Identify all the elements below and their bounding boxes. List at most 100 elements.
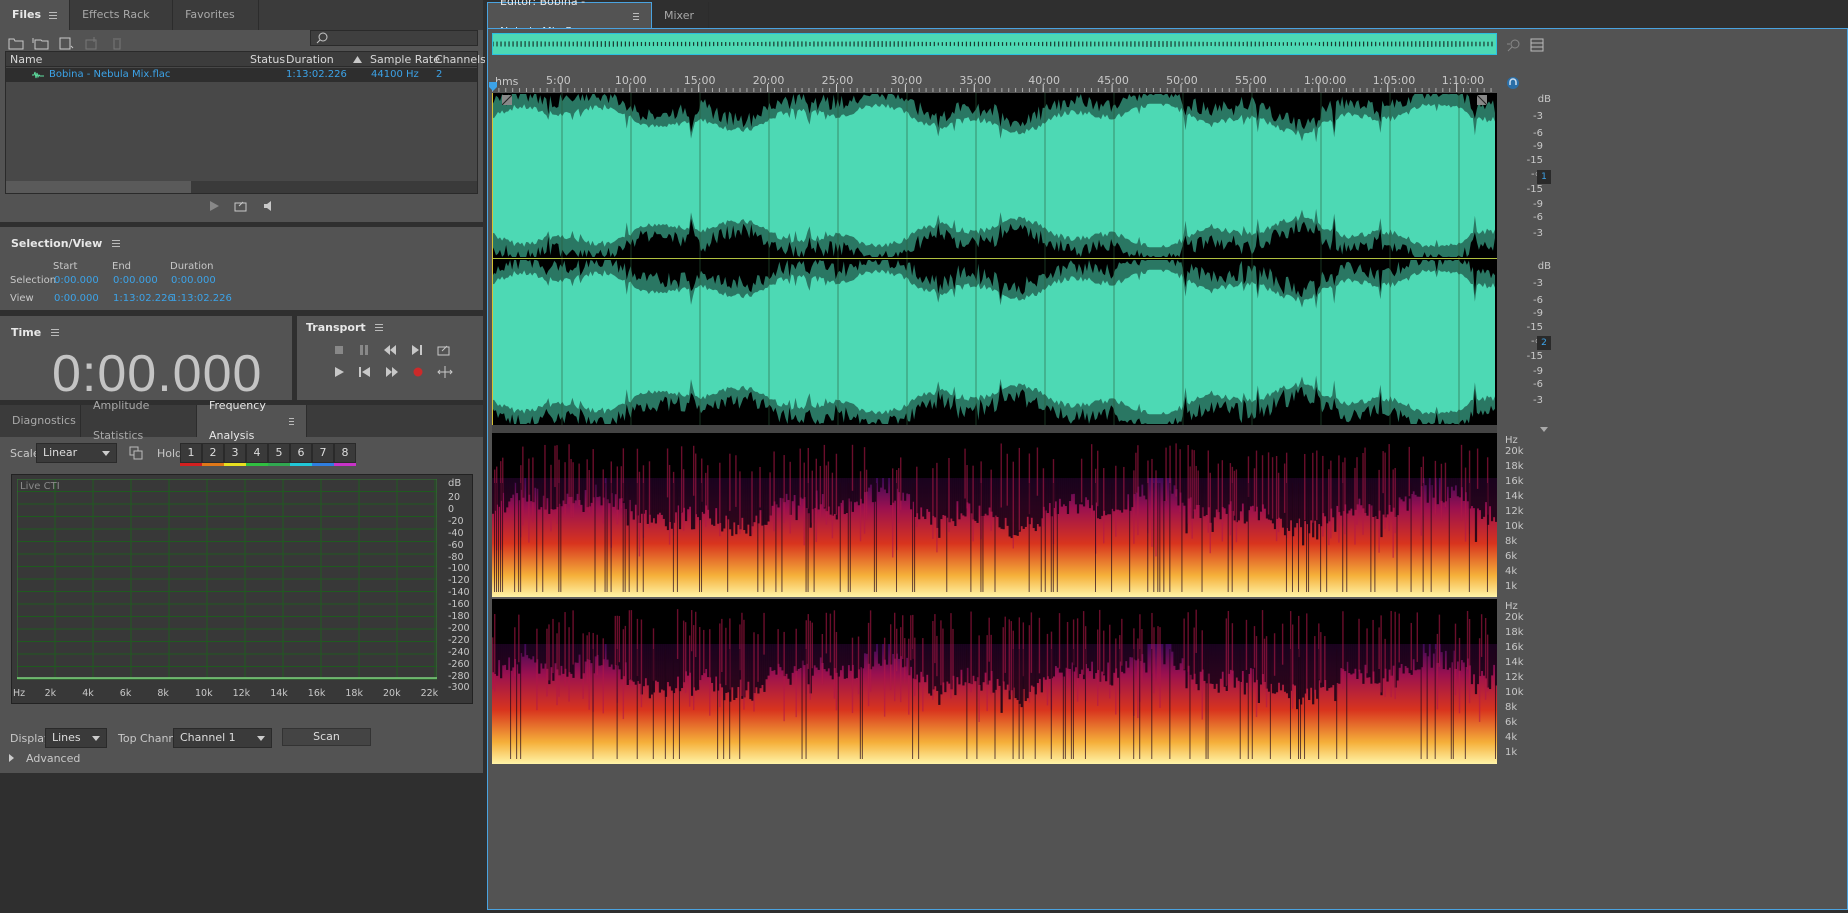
file-duration: 1:13:02.226 — [286, 69, 347, 80]
tab-favorites-label: Favorites — [185, 8, 235, 21]
files-search-input[interactable] — [310, 30, 478, 46]
loop-icon[interactable] — [234, 200, 248, 212]
hold-button-1[interactable]: 1 — [180, 443, 202, 463]
play-icon[interactable] — [208, 200, 220, 212]
col-name[interactable]: Name — [10, 53, 42, 66]
amplitude-scale: dB-3-6-9-15-∞-15-9-6-3dB-3-6-9-15-∞-15-9… — [1497, 93, 1557, 425]
analysis-panel: Diagnostics Amplitude Statistics Frequen… — [0, 399, 483, 773]
spectral-display[interactable] — [492, 433, 1497, 764]
overview-navigator[interactable] — [492, 33, 1497, 55]
tab-effects-rack[interactable]: Effects Rack — [70, 0, 174, 30]
frequency-scale-label: 18k — [1505, 461, 1524, 472]
hold-button-7[interactable]: 7 — [312, 443, 334, 463]
view-splitter[interactable] — [492, 425, 1497, 433]
copy-icon[interactable] — [129, 446, 143, 460]
panel-menu-icon[interactable] — [112, 240, 121, 247]
col-status[interactable]: Status — [250, 53, 285, 66]
record-icon[interactable] — [412, 366, 424, 378]
amplitude-scale-label: -3 — [1533, 395, 1543, 406]
panel-menu-icon[interactable] — [49, 11, 58, 19]
open-file-icon[interactable] — [8, 36, 24, 50]
pause-icon[interactable] — [358, 344, 370, 356]
selection-view-title-label: Selection/View — [11, 237, 103, 250]
autoplay-speaker-icon[interactable] — [262, 200, 278, 212]
hold-color-3 — [224, 463, 246, 466]
frequency-scale-label: 10k — [1505, 687, 1524, 698]
tab-amplitude-statistics-label: Amplitude Statistics — [93, 399, 150, 442]
col-sample-rate[interactable]: Sample Rate — [370, 53, 440, 66]
tab-diagnostics[interactable]: Diagnostics — [0, 405, 81, 437]
output-icon[interactable] — [437, 344, 451, 356]
hold-button-2[interactable]: 2 — [202, 443, 224, 463]
layout-toggle-icon[interactable] — [1530, 38, 1544, 52]
previous-marker-icon[interactable] — [358, 366, 372, 378]
play-icon[interactable] — [333, 366, 345, 378]
stop-icon[interactable] — [333, 344, 345, 356]
frequency-scale-label: 18k — [1505, 627, 1524, 638]
tab-mixer[interactable]: Mixer — [652, 2, 709, 30]
tab-files[interactable]: Files — [0, 0, 71, 30]
skip-selection-icon[interactable] — [437, 366, 453, 378]
display-dropdown[interactable]: Lines — [45, 728, 107, 748]
new-file-icon[interactable] — [58, 36, 76, 50]
fade-out-handle-icon[interactable] — [1477, 95, 1487, 105]
db-tick-label: -240 — [448, 646, 470, 658]
overview-waveform — [493, 41, 1493, 47]
view-end[interactable]: 1:13:02.226 — [113, 293, 174, 304]
tab-favorites[interactable]: Favorites — [173, 0, 260, 30]
frequency-scale-label: 16k — [1505, 476, 1524, 487]
tab-editor[interactable]: Editor: Bobina - Nebula Mix.flac — [487, 0, 652, 38]
channel-1-badge[interactable]: 1 — [1537, 170, 1551, 184]
top-channel-dropdown[interactable]: Channel 1 — [173, 728, 272, 748]
table-row[interactable]: Bobina - Nebula Mix.flac 1:13:02.226 441… — [6, 68, 477, 82]
panel-menu-icon[interactable] — [51, 329, 60, 336]
selection-start[interactable]: 0:00.000 — [54, 275, 99, 286]
import-icon[interactable] — [32, 36, 50, 50]
hz-tick-label: 2k — [44, 688, 57, 699]
scan-button[interactable]: Scan — [282, 728, 371, 746]
col-duration[interactable]: Duration — [286, 53, 334, 66]
frequency-scale-label: 8k — [1505, 536, 1518, 547]
playhead-marker-icon[interactable] — [488, 82, 498, 92]
scale-dropdown[interactable]: Linear — [36, 443, 117, 463]
channel-divider — [492, 258, 1497, 259]
selection-end[interactable]: 0:00.000 — [113, 275, 158, 286]
next-marker-icon[interactable] — [410, 344, 424, 356]
rewind-icon[interactable] — [383, 344, 397, 356]
expand-arrow-icon[interactable] — [8, 753, 16, 763]
time-ruler[interactable]: hms 5:00 10:00 15:00 20:00 25:00 30:00 35:00 40… — [492, 72, 1497, 94]
sort-ascending-icon — [353, 56, 362, 63]
fade-in-handle-icon[interactable] — [502, 95, 512, 105]
hold-button-4[interactable]: 4 — [246, 443, 268, 463]
tab-frequency-analysis[interactable]: Frequency Analysis — [197, 399, 307, 442]
horizontal-scrollbar[interactable] — [6, 181, 477, 193]
hold-button-5[interactable]: 5 — [268, 443, 290, 463]
trash-icon[interactable] — [110, 36, 124, 50]
db-tick-label: -80 — [448, 551, 464, 563]
view-start[interactable]: 0:00.000 — [54, 293, 99, 304]
zoom-icon[interactable] — [1506, 38, 1522, 52]
col-duration-label: Duration — [170, 261, 214, 272]
panel-menu-icon[interactable] — [633, 13, 639, 20]
export-icon[interactable] — [84, 36, 102, 50]
fast-forward-icon[interactable] — [385, 366, 399, 378]
selection-duration[interactable]: 0:00.000 — [171, 275, 216, 286]
db-tick-label: 0 — [448, 503, 455, 515]
hold-button-8[interactable]: 8 — [334, 443, 356, 463]
tab-amplitude-statistics[interactable]: Amplitude Statistics — [81, 399, 197, 442]
channel-2-badge[interactable]: 2 — [1537, 336, 1551, 350]
file-channels: 2 — [436, 69, 443, 80]
files-playback-controls — [208, 200, 278, 212]
snap-icon[interactable] — [1506, 76, 1520, 90]
db-tick-label: -300 — [448, 682, 470, 694]
hold-button-3[interactable]: 3 — [224, 443, 246, 463]
col-channels[interactable]: Channels — [435, 53, 486, 66]
advanced-label[interactable]: Advanced — [26, 752, 80, 765]
view-duration[interactable]: 1:13:02.226 — [171, 293, 232, 304]
scrollbar-thumb[interactable] — [6, 181, 191, 193]
hold-button-6[interactable]: 6 — [290, 443, 312, 463]
panel-menu-icon[interactable] — [288, 417, 295, 425]
transport-row-2 — [333, 366, 453, 378]
panel-menu-icon[interactable] — [375, 324, 384, 331]
waveform-display[interactable] — [492, 93, 1497, 425]
